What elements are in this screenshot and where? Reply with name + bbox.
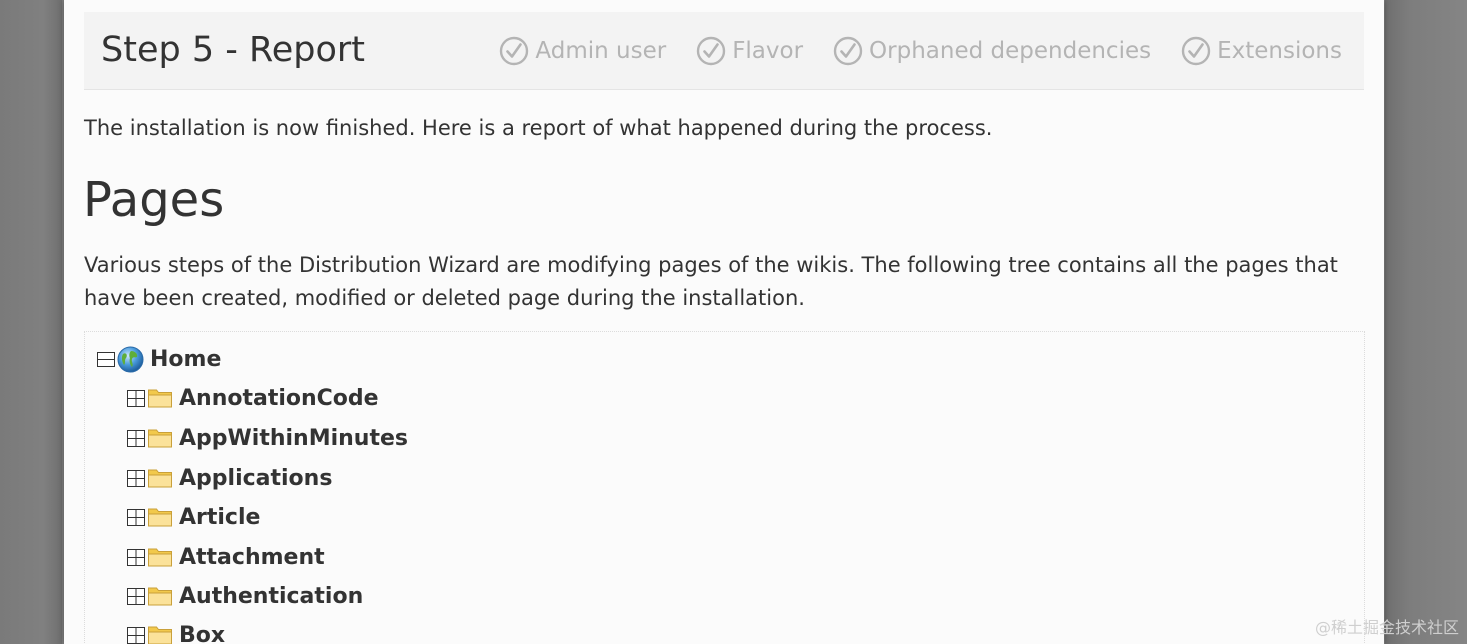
tree-node-appwithinminutes[interactable]: AppWithinMinutes [127, 423, 408, 453]
expand-icon[interactable] [127, 469, 145, 487]
backdrop-left [0, 0, 62, 644]
step-header: Step 5 - Report Admin user Flavor Orphan… [84, 12, 1364, 90]
step-label: Admin user [535, 38, 667, 64]
tree-node-label[interactable]: Applications [179, 466, 332, 491]
step-label: Flavor [732, 38, 804, 64]
expand-icon[interactable] [127, 587, 145, 605]
globe-icon [117, 346, 144, 372]
expand-icon[interactable] [127, 508, 145, 526]
folder-icon [148, 469, 172, 488]
tree-node-label[interactable]: AppWithinMinutes [179, 426, 408, 451]
expand-icon[interactable] [127, 548, 145, 566]
pages-description: Various steps of the Distribution Wizard… [84, 253, 1338, 310]
expand-icon[interactable] [127, 626, 145, 644]
tree-node-annotationcode[interactable]: AnnotationCode [127, 383, 379, 413]
tree-node-applications[interactable]: Applications [127, 463, 332, 493]
backdrop-right [1385, 0, 1467, 644]
check-circle-icon [696, 36, 726, 66]
folder-icon [148, 548, 172, 567]
tree-node-label[interactable]: Article [179, 505, 260, 530]
tree-node-label[interactable]: Authentication [179, 584, 363, 609]
tree-node-label[interactable]: Attachment [179, 545, 325, 570]
check-circle-icon [833, 36, 863, 66]
folder-icon [148, 626, 172, 644]
step-list: Admin user Flavor Orphaned dependencies [469, 36, 1342, 66]
collapse-icon[interactable] [97, 350, 115, 368]
tree-node-authentication[interactable]: Authentication [127, 581, 363, 611]
step-orphaned-dependencies: Orphaned dependencies [833, 36, 1151, 66]
wizard-panel: Step 5 - Report Admin user Flavor Orphan… [64, 0, 1384, 644]
check-circle-icon [500, 36, 529, 66]
tree-node-box[interactable]: Box [127, 620, 225, 644]
intro-text: The installation is now finished. Here i… [84, 116, 993, 140]
step-label: Orphaned dependencies [869, 38, 1152, 64]
step-label: Extensions [1217, 38, 1342, 64]
check-circle-icon [1181, 36, 1211, 66]
tree-node-attachment[interactable]: Attachment [127, 542, 325, 572]
pages-heading: Pages [83, 172, 225, 228]
step-title: Step 5 - Report [101, 30, 365, 70]
expand-icon[interactable] [127, 389, 145, 407]
tree-node-article[interactable]: Article [127, 502, 260, 532]
watermark: @稀土掘金技术社区 [1314, 618, 1459, 637]
tree-node-label[interactable]: Box [179, 623, 225, 644]
tree-node-label[interactable]: Home [150, 347, 221, 372]
folder-icon [148, 429, 172, 448]
pages-tree: Home AnnotationCode AppWithinMinutes App… [84, 331, 1365, 644]
expand-icon[interactable] [127, 429, 145, 447]
step-admin-user: Admin user [499, 36, 666, 66]
step-flavor: Flavor [696, 36, 803, 66]
folder-icon [148, 508, 172, 527]
tree-node-home[interactable]: Home [97, 344, 221, 374]
folder-icon [148, 587, 172, 606]
step-extensions: Extensions [1181, 36, 1342, 66]
tree-node-label[interactable]: AnnotationCode [179, 386, 379, 411]
folder-icon [148, 389, 172, 408]
